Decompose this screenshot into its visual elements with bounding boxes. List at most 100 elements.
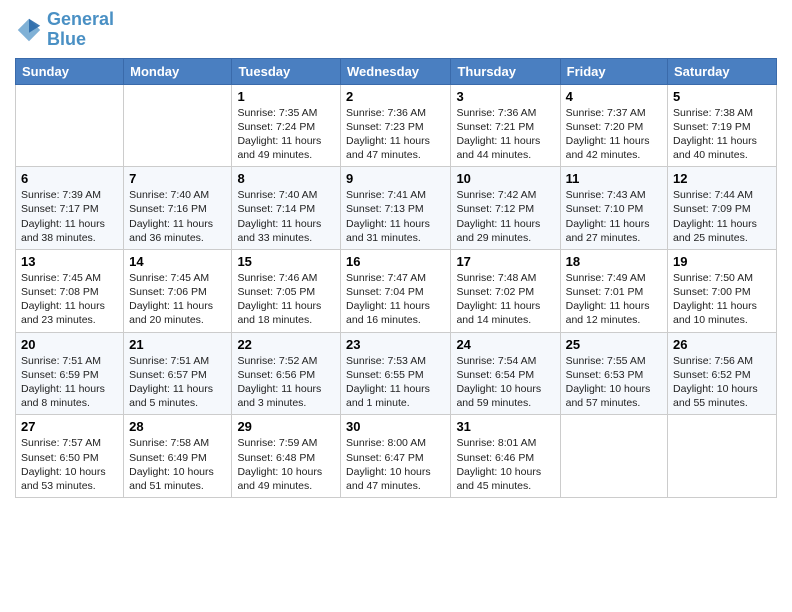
calendar-cell: 9 Sunrise: 7:41 AM Sunset: 7:13 PM Daylig…	[341, 167, 451, 250]
calendar-cell: 14 Sunrise: 7:45 AM Sunset: 7:06 PM Dayli…	[124, 249, 232, 332]
calendar-cell: 15 Sunrise: 7:46 AM Sunset: 7:05 PM Dayli…	[232, 249, 341, 332]
day-number: 15	[237, 254, 335, 269]
day-number: 29	[237, 419, 335, 434]
day-number: 23	[346, 337, 445, 352]
logo-icon	[15, 16, 43, 44]
calendar-cell: 6Sunrise: 7:39 AM Sunset: 7:17 PM Daylig…	[16, 167, 124, 250]
calendar-table: SundayMondayTuesdayWednesdayThursdayFrid…	[15, 58, 777, 498]
day-number: 9	[346, 171, 445, 186]
calendar-cell: 12 Sunrise: 7:44 AM Sunset: 7:09 PM Dayli…	[668, 167, 777, 250]
day-number: 6	[21, 171, 118, 186]
day-number: 14	[129, 254, 226, 269]
cell-content: Sunrise: 7:40 AM Sunset: 7:16 PM Dayligh…	[129, 188, 226, 245]
cell-content: Sunrise: 7:38 AM Sunset: 7:19 PM Dayligh…	[673, 106, 771, 163]
day-number: 4	[566, 89, 662, 104]
day-number: 30	[346, 419, 445, 434]
cell-content: Sunrise: 7:57 AM Sunset: 6:50 PM Dayligh…	[21, 436, 118, 493]
cell-content: Sunrise: 7:49 AM Sunset: 7:01 PM Dayligh…	[566, 271, 662, 328]
calendar-cell: 27Sunrise: 7:57 AM Sunset: 6:50 PM Dayli…	[16, 415, 124, 498]
calendar-cell: 23 Sunrise: 7:53 AM Sunset: 6:55 PM Dayli…	[341, 332, 451, 415]
day-number: 31	[456, 419, 554, 434]
cell-content: Sunrise: 7:48 AM Sunset: 7:02 PM Dayligh…	[456, 271, 554, 328]
logo-text: General Blue	[47, 10, 114, 50]
cell-content: Sunrise: 7:41 AM Sunset: 7:13 PM Dayligh…	[346, 188, 445, 245]
calendar-cell: 8Sunrise: 7:40 AM Sunset: 7:14 PM Daylig…	[232, 167, 341, 250]
calendar-cell: 24 Sunrise: 7:54 AM Sunset: 6:54 PM Dayli…	[451, 332, 560, 415]
calendar-cell: 17 Sunrise: 7:48 AM Sunset: 7:02 PM Dayli…	[451, 249, 560, 332]
week-row-1: 1 Sunrise: 7:35 AM Sunset: 7:24 PM Daylig…	[16, 84, 777, 167]
day-number: 24	[456, 337, 554, 352]
cell-content: Sunrise: 7:52 AM Sunset: 6:56 PM Dayligh…	[237, 354, 335, 411]
day-number: 1	[237, 89, 335, 104]
day-number: 25	[566, 337, 662, 352]
day-number: 21	[129, 337, 226, 352]
cell-content: Sunrise: 7:59 AM Sunset: 6:48 PM Dayligh…	[237, 436, 335, 493]
calendar-cell: 22 Sunrise: 7:52 AM Sunset: 6:56 PM Dayli…	[232, 332, 341, 415]
day-number: 17	[456, 254, 554, 269]
day-number: 22	[237, 337, 335, 352]
day-number: 5	[673, 89, 771, 104]
cell-content: Sunrise: 7:47 AM Sunset: 7:04 PM Dayligh…	[346, 271, 445, 328]
calendar-cell	[124, 84, 232, 167]
cell-content: Sunrise: 7:45 AM Sunset: 7:06 PM Dayligh…	[129, 271, 226, 328]
cell-content: Sunrise: 7:46 AM Sunset: 7:05 PM Dayligh…	[237, 271, 335, 328]
cell-content: Sunrise: 8:01 AM Sunset: 6:46 PM Dayligh…	[456, 436, 554, 493]
day-number: 16	[346, 254, 445, 269]
cell-content: Sunrise: 7:37 AM Sunset: 7:20 PM Dayligh…	[566, 106, 662, 163]
day-number: 18	[566, 254, 662, 269]
cell-content: Sunrise: 7:53 AM Sunset: 6:55 PM Dayligh…	[346, 354, 445, 411]
cell-content: Sunrise: 7:58 AM Sunset: 6:49 PM Dayligh…	[129, 436, 226, 493]
calendar-cell: 11Sunrise: 7:43 AM Sunset: 7:10 PM Dayli…	[560, 167, 667, 250]
calendar-cell: 3 Sunrise: 7:36 AM Sunset: 7:21 PM Daylig…	[451, 84, 560, 167]
day-number: 28	[129, 419, 226, 434]
header-row: SundayMondayTuesdayWednesdayThursdayFrid…	[16, 58, 777, 84]
cell-content: Sunrise: 7:36 AM Sunset: 7:21 PM Dayligh…	[456, 106, 554, 163]
calendar-cell: 29 Sunrise: 7:59 AM Sunset: 6:48 PM Dayli…	[232, 415, 341, 498]
page: General Blue SundayMondayTuesdayWednesda…	[0, 0, 792, 508]
day-number: 20	[21, 337, 118, 352]
day-header-friday: Friday	[560, 58, 667, 84]
week-row-2: 6Sunrise: 7:39 AM Sunset: 7:17 PM Daylig…	[16, 167, 777, 250]
cell-content: Sunrise: 7:54 AM Sunset: 6:54 PM Dayligh…	[456, 354, 554, 411]
day-number: 13	[21, 254, 118, 269]
cell-content: Sunrise: 7:36 AM Sunset: 7:23 PM Dayligh…	[346, 106, 445, 163]
cell-content: Sunrise: 7:55 AM Sunset: 6:53 PM Dayligh…	[566, 354, 662, 411]
calendar-cell: 10 Sunrise: 7:42 AM Sunset: 7:12 PM Dayli…	[451, 167, 560, 250]
cell-content: Sunrise: 7:45 AM Sunset: 7:08 PM Dayligh…	[21, 271, 118, 328]
week-row-4: 20 Sunrise: 7:51 AM Sunset: 6:59 PM Dayli…	[16, 332, 777, 415]
cell-content: Sunrise: 7:51 AM Sunset: 6:59 PM Dayligh…	[21, 354, 118, 411]
calendar-cell: 31 Sunrise: 8:01 AM Sunset: 6:46 PM Dayli…	[451, 415, 560, 498]
cell-content: Sunrise: 7:43 AM Sunset: 7:10 PM Dayligh…	[566, 188, 662, 245]
cell-content: Sunrise: 7:42 AM Sunset: 7:12 PM Dayligh…	[456, 188, 554, 245]
cell-content: Sunrise: 7:56 AM Sunset: 6:52 PM Dayligh…	[673, 354, 771, 411]
day-header-sunday: Sunday	[16, 58, 124, 84]
logo: General Blue	[15, 10, 114, 50]
cell-content: Sunrise: 7:50 AM Sunset: 7:00 PM Dayligh…	[673, 271, 771, 328]
calendar-cell: 30Sunrise: 8:00 AM Sunset: 6:47 PM Dayli…	[341, 415, 451, 498]
week-row-5: 27Sunrise: 7:57 AM Sunset: 6:50 PM Dayli…	[16, 415, 777, 498]
calendar-cell	[560, 415, 667, 498]
cell-content: Sunrise: 7:35 AM Sunset: 7:24 PM Dayligh…	[237, 106, 335, 163]
calendar-cell: 16 Sunrise: 7:47 AM Sunset: 7:04 PM Dayli…	[341, 249, 451, 332]
calendar-cell: 2Sunrise: 7:36 AM Sunset: 7:23 PM Daylig…	[341, 84, 451, 167]
day-number: 10	[456, 171, 554, 186]
calendar-cell: 13 Sunrise: 7:45 AM Sunset: 7:08 PM Dayli…	[16, 249, 124, 332]
cell-content: Sunrise: 7:44 AM Sunset: 7:09 PM Dayligh…	[673, 188, 771, 245]
day-header-saturday: Saturday	[668, 58, 777, 84]
calendar-cell: 21Sunrise: 7:51 AM Sunset: 6:57 PM Dayli…	[124, 332, 232, 415]
day-number: 12	[673, 171, 771, 186]
day-header-monday: Monday	[124, 58, 232, 84]
calendar-cell: 26 Sunrise: 7:56 AM Sunset: 6:52 PM Dayli…	[668, 332, 777, 415]
calendar-cell: 18 Sunrise: 7:49 AM Sunset: 7:01 PM Dayli…	[560, 249, 667, 332]
day-header-thursday: Thursday	[451, 58, 560, 84]
day-header-wednesday: Wednesday	[341, 58, 451, 84]
day-number: 26	[673, 337, 771, 352]
cell-content: Sunrise: 7:40 AM Sunset: 7:14 PM Dayligh…	[237, 188, 335, 245]
day-number: 3	[456, 89, 554, 104]
calendar-cell	[16, 84, 124, 167]
header: General Blue	[15, 10, 777, 50]
calendar-cell: 19 Sunrise: 7:50 AM Sunset: 7:00 PM Dayli…	[668, 249, 777, 332]
day-number: 19	[673, 254, 771, 269]
calendar-cell: 7Sunrise: 7:40 AM Sunset: 7:16 PM Daylig…	[124, 167, 232, 250]
calendar-cell: 25 Sunrise: 7:55 AM Sunset: 6:53 PM Dayli…	[560, 332, 667, 415]
